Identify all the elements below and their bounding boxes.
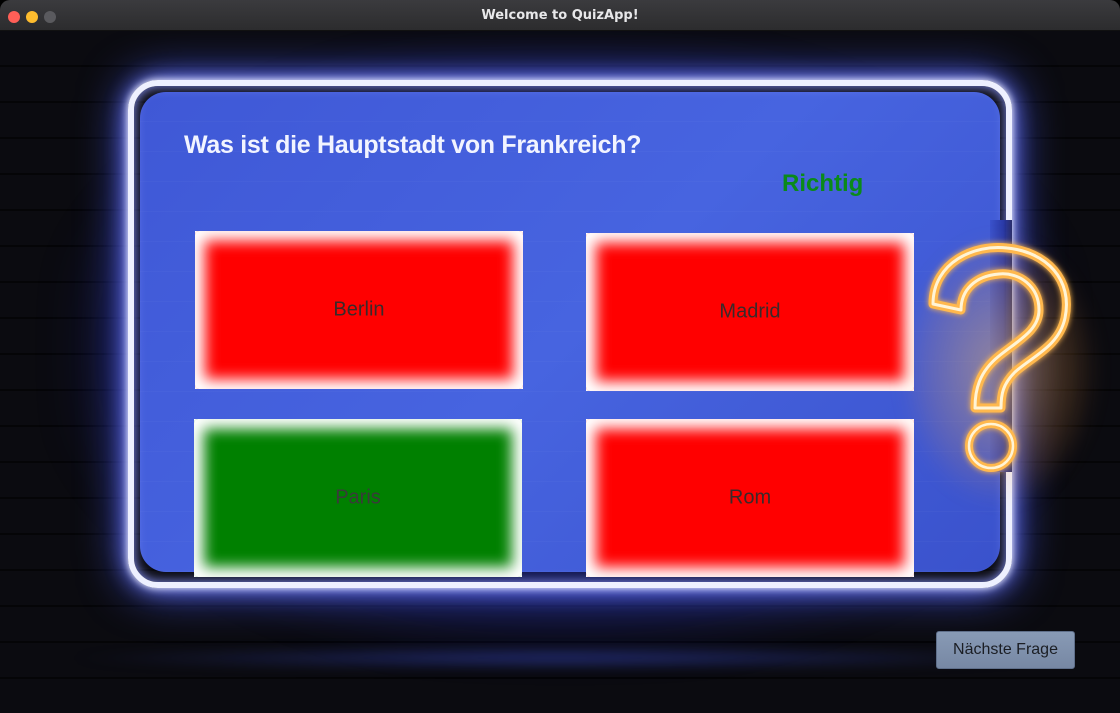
answer-label: Berlin bbox=[333, 298, 385, 321]
answer-label: Madrid bbox=[719, 300, 781, 323]
answer-button-berlin[interactable]: Berlin bbox=[195, 231, 523, 389]
answer-button-rom[interactable]: Rom bbox=[586, 419, 914, 577]
question-text: Was ist die Hauptstadt von Frankreich? bbox=[184, 131, 642, 159]
question-mark-neon-icon bbox=[928, 242, 1071, 472]
answer-label: Rom bbox=[728, 486, 772, 509]
title-bar: Welcome to QuizApp! bbox=[0, 0, 1120, 31]
answer-label: Paris bbox=[335, 486, 381, 509]
answer-button-paris[interactable]: Paris bbox=[194, 419, 522, 577]
feedback-text: Richtig bbox=[782, 170, 864, 197]
answer-button-madrid[interactable]: Madrid bbox=[586, 233, 914, 391]
app-window: Welcome to QuizApp! Was ist die Hauptsta… bbox=[0, 0, 1120, 713]
floor-reflection bbox=[60, 648, 1060, 668]
next-question-button[interactable]: Nächste Frage bbox=[936, 631, 1075, 669]
window-title: Welcome to QuizApp! bbox=[481, 8, 639, 23]
